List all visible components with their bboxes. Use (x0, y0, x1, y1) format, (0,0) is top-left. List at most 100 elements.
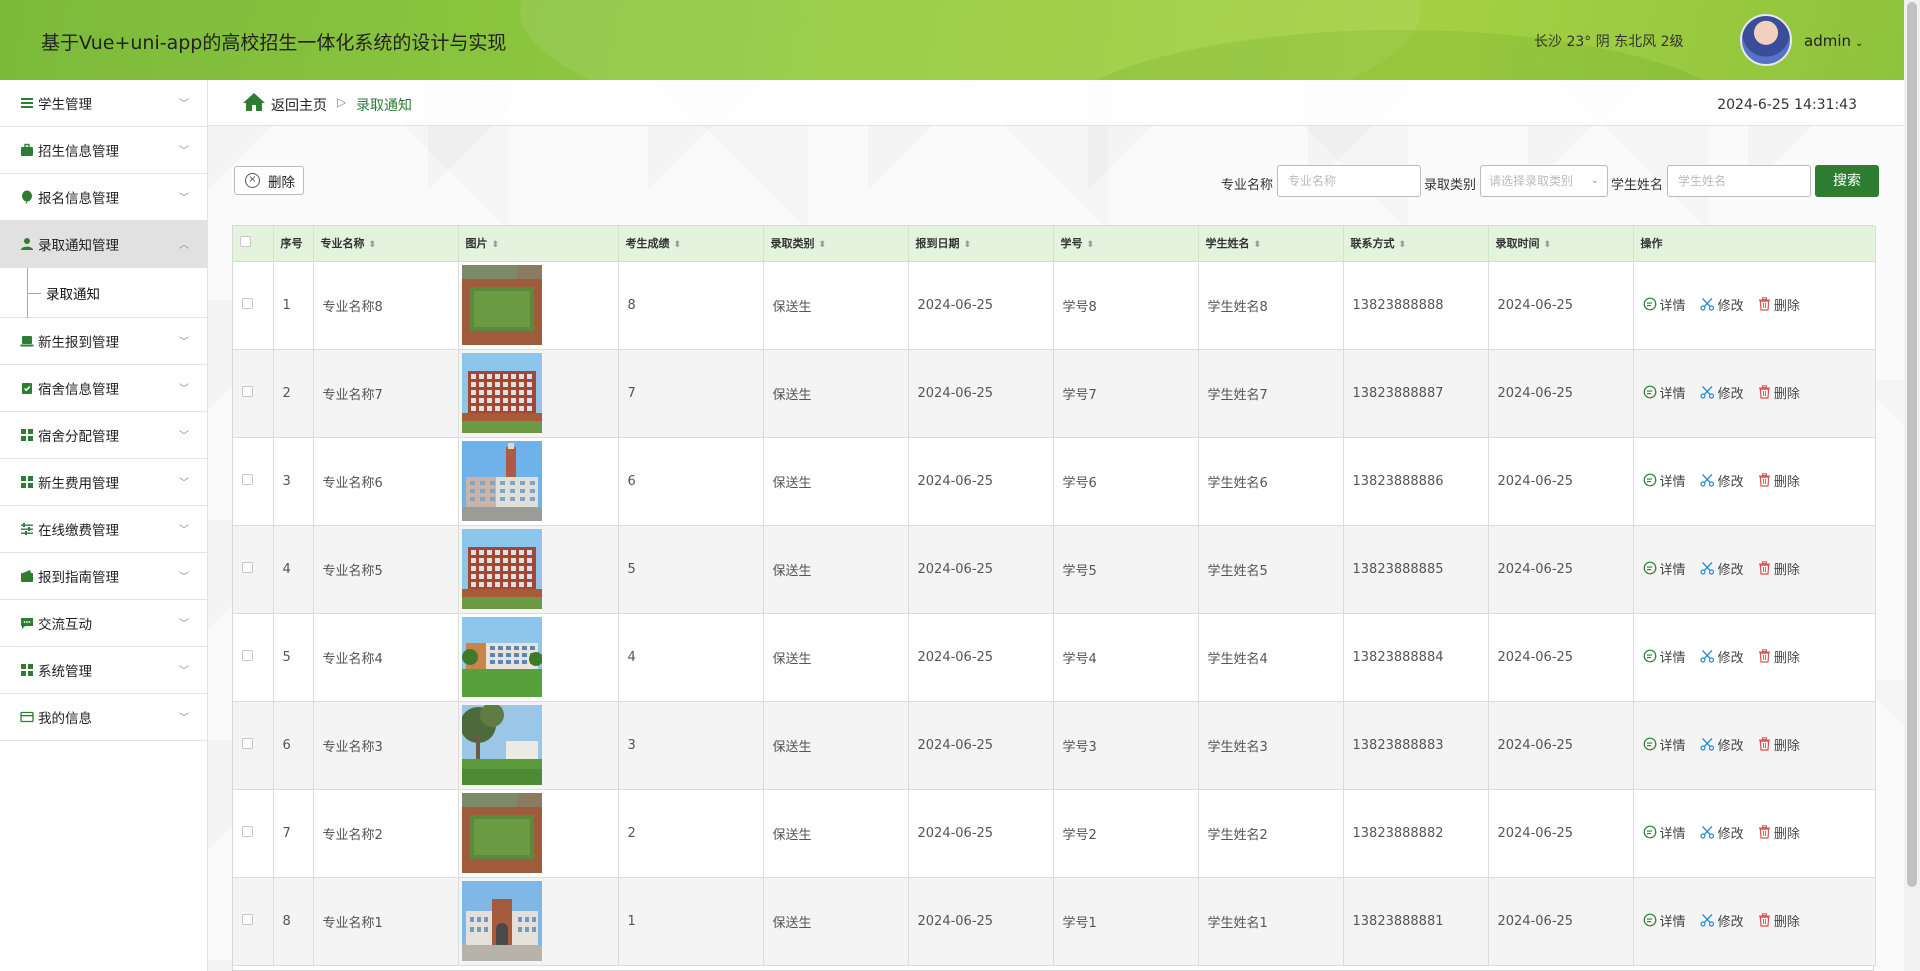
row-checkbox[interactable] (242, 913, 253, 925)
sidebar-item-11[interactable]: 交流互动 ﹀ (0, 600, 207, 647)
campus-photo[interactable] (461, 705, 542, 785)
cell-image[interactable] (458, 613, 619, 702)
avatar[interactable] (1740, 14, 1792, 66)
edit-button[interactable]: 修改 (1700, 383, 1744, 402)
detail-button[interactable]: 详情 (1643, 559, 1686, 578)
col-header-sid[interactable]: 学号 ⬍ (1053, 226, 1199, 262)
cell-image[interactable] (458, 789, 619, 878)
edit-button[interactable]: 修改 (1700, 559, 1744, 578)
major-search-input[interactable] (1277, 165, 1421, 197)
breadcrumb-home-link[interactable]: 返回主页 (271, 95, 327, 115)
home-icon[interactable] (242, 92, 266, 112)
scrollbar-thumb[interactable] (1907, 2, 1917, 887)
sort-icon[interactable]: ⬍ (1399, 240, 1407, 250)
detail-button[interactable]: 详情 (1643, 471, 1686, 490)
cell-image[interactable] (458, 525, 619, 614)
campus-photo[interactable] (461, 529, 542, 609)
col-header-image[interactable]: 图片 ⬍ (458, 226, 619, 262)
sidebar-item-12[interactable]: 系统管理 ﹀ (0, 647, 207, 694)
sidebar-item-4[interactable]: 录取通知管理 ︿ (0, 221, 207, 268)
sidebar-item-3[interactable]: 报名信息管理 ﹀ (0, 174, 207, 221)
sidebar-item-1[interactable]: 学生管理 ﹀ (0, 80, 207, 127)
col-header-score[interactable]: 考生成绩 ⬍ (618, 226, 764, 262)
delete-button[interactable]: 删除 (1758, 295, 1800, 314)
table-row[interactable]: 2 专业名称7 7 保送生 2024-06-25 学号7 学生姓名7 13823… (233, 349, 1876, 438)
select-all-checkbox[interactable] (240, 236, 251, 248)
sort-icon[interactable]: ⬍ (1254, 240, 1262, 250)
delete-button[interactable]: 删除 (1758, 647, 1800, 666)
sidebar-item-6[interactable]: 宿舍信息管理 ﹀ (0, 365, 207, 412)
sort-icon[interactable]: ⬍ (1087, 240, 1095, 250)
sidebar-item-9[interactable]: 在线缴费管理 ﹀ (0, 506, 207, 553)
table-row[interactable]: 8 专业名称1 1 保送生 2024-06-25 学号1 学生姓名1 13823… (233, 877, 1876, 966)
row-checkbox[interactable] (242, 297, 253, 309)
cell-image[interactable] (458, 437, 619, 526)
detail-button[interactable]: 详情 (1643, 911, 1686, 930)
cell-image[interactable] (458, 701, 619, 790)
row-checkbox[interactable] (242, 825, 253, 837)
category-select[interactable]: 请选择录取类别 ⌄ (1480, 165, 1608, 197)
row-checkbox[interactable] (242, 561, 253, 573)
detail-button[interactable]: 详情 (1643, 735, 1686, 754)
campus-photo[interactable] (461, 881, 542, 961)
detail-button[interactable]: 详情 (1643, 295, 1686, 314)
delete-button[interactable]: 删除 (1758, 823, 1800, 842)
col-header-admit-time[interactable]: 录取时间 ⬍ (1488, 226, 1634, 262)
delete-button[interactable]: 删除 (1758, 383, 1800, 402)
user-menu[interactable]: admin ⌄ (1804, 32, 1863, 50)
delete-button[interactable]: 删除 (1758, 471, 1800, 490)
cell-image[interactable] (458, 877, 619, 966)
sidebar-item-7[interactable]: 宿舍分配管理 ﹀ (0, 412, 207, 459)
sort-icon[interactable]: ⬍ (369, 240, 377, 250)
row-checkbox[interactable] (242, 385, 253, 397)
table-row[interactable]: 1 专业名称8 8 保送生 2024-06-25 学号8 学生姓名8 13823… (233, 261, 1876, 350)
edit-button[interactable]: 修改 (1700, 471, 1744, 490)
sidebar-item-8[interactable]: 新生费用管理 ﹀ (0, 459, 207, 506)
delete-button[interactable]: 删除 (1758, 559, 1800, 578)
edit-button[interactable]: 修改 (1700, 735, 1744, 754)
sidebar-item-10[interactable]: 报到指南管理 ﹀ (0, 553, 207, 600)
edit-button[interactable]: 修改 (1700, 823, 1744, 842)
delete-button[interactable]: 删除 (1758, 735, 1800, 754)
cell-image[interactable] (458, 261, 619, 350)
top-header: 基于Vue+uni-app的高校招生一体化系统的设计与实现 长沙 23° 阴 东… (0, 0, 1904, 80)
sidebar-item-5[interactable]: 新生报到管理 ﹀ (0, 318, 207, 365)
detail-button[interactable]: 详情 (1643, 647, 1686, 666)
cell-image[interactable] (458, 349, 619, 438)
edit-button[interactable]: 修改 (1700, 911, 1744, 930)
sidebar-item-2[interactable]: 招生信息管理 ﹀ (0, 127, 207, 174)
detail-button[interactable]: 详情 (1643, 383, 1686, 402)
table-row[interactable]: 6 专业名称3 3 保送生 2024-06-25 学号3 学生姓名3 13823… (233, 701, 1876, 790)
edit-button[interactable]: 修改 (1700, 295, 1744, 314)
col-header-category[interactable]: 录取类别 ⬍ (763, 226, 909, 262)
sidebar-subitem-admission-notice[interactable]: 录取通知 (0, 268, 207, 318)
sort-icon[interactable]: ⬍ (1544, 240, 1552, 250)
row-checkbox[interactable] (242, 473, 253, 485)
col-header-name[interactable]: 学生姓名 ⬍ (1198, 226, 1344, 262)
campus-photo[interactable] (461, 265, 542, 345)
table-row[interactable]: 4 专业名称5 5 保送生 2024-06-25 学号5 学生姓名5 13823… (233, 525, 1876, 614)
table-row[interactable]: 3 专业名称6 6 保送生 2024-06-25 学号6 学生姓名6 13823… (233, 437, 1876, 526)
table-row[interactable]: 5 专业名称4 4 保送生 2024-06-25 学号4 学生姓名4 13823… (233, 613, 1876, 702)
campus-photo[interactable] (461, 793, 542, 873)
col-header-phone[interactable]: 联系方式 ⬍ (1343, 226, 1489, 262)
sort-icon[interactable]: ⬍ (674, 240, 682, 250)
delete-button[interactable]: 删除 (1758, 911, 1800, 930)
campus-photo[interactable] (461, 617, 542, 697)
campus-photo[interactable] (461, 441, 542, 521)
campus-photo[interactable] (461, 353, 542, 433)
student-search-input[interactable] (1667, 165, 1811, 197)
vertical-scrollbar[interactable] (1904, 0, 1920, 971)
col-header-major[interactable]: 专业名称 ⬍ (313, 226, 459, 262)
table-row[interactable]: 7 专业名称2 2 保送生 2024-06-25 学号2 学生姓名2 13823… (233, 789, 1876, 878)
sort-icon[interactable]: ⬍ (492, 240, 500, 250)
sidebar-item-13[interactable]: 我的信息 ﹀ (0, 694, 207, 741)
edit-button[interactable]: 修改 (1700, 647, 1744, 666)
detail-button[interactable]: 详情 (1643, 823, 1686, 842)
sort-icon[interactable]: ⬍ (819, 240, 827, 250)
search-button[interactable]: 搜索 (1815, 165, 1879, 197)
sort-icon[interactable]: ⬍ (964, 240, 972, 250)
row-checkbox[interactable] (242, 737, 253, 749)
col-header-report-date[interactable]: 报到日期 ⬍ (908, 226, 1054, 262)
row-checkbox[interactable] (242, 649, 253, 661)
